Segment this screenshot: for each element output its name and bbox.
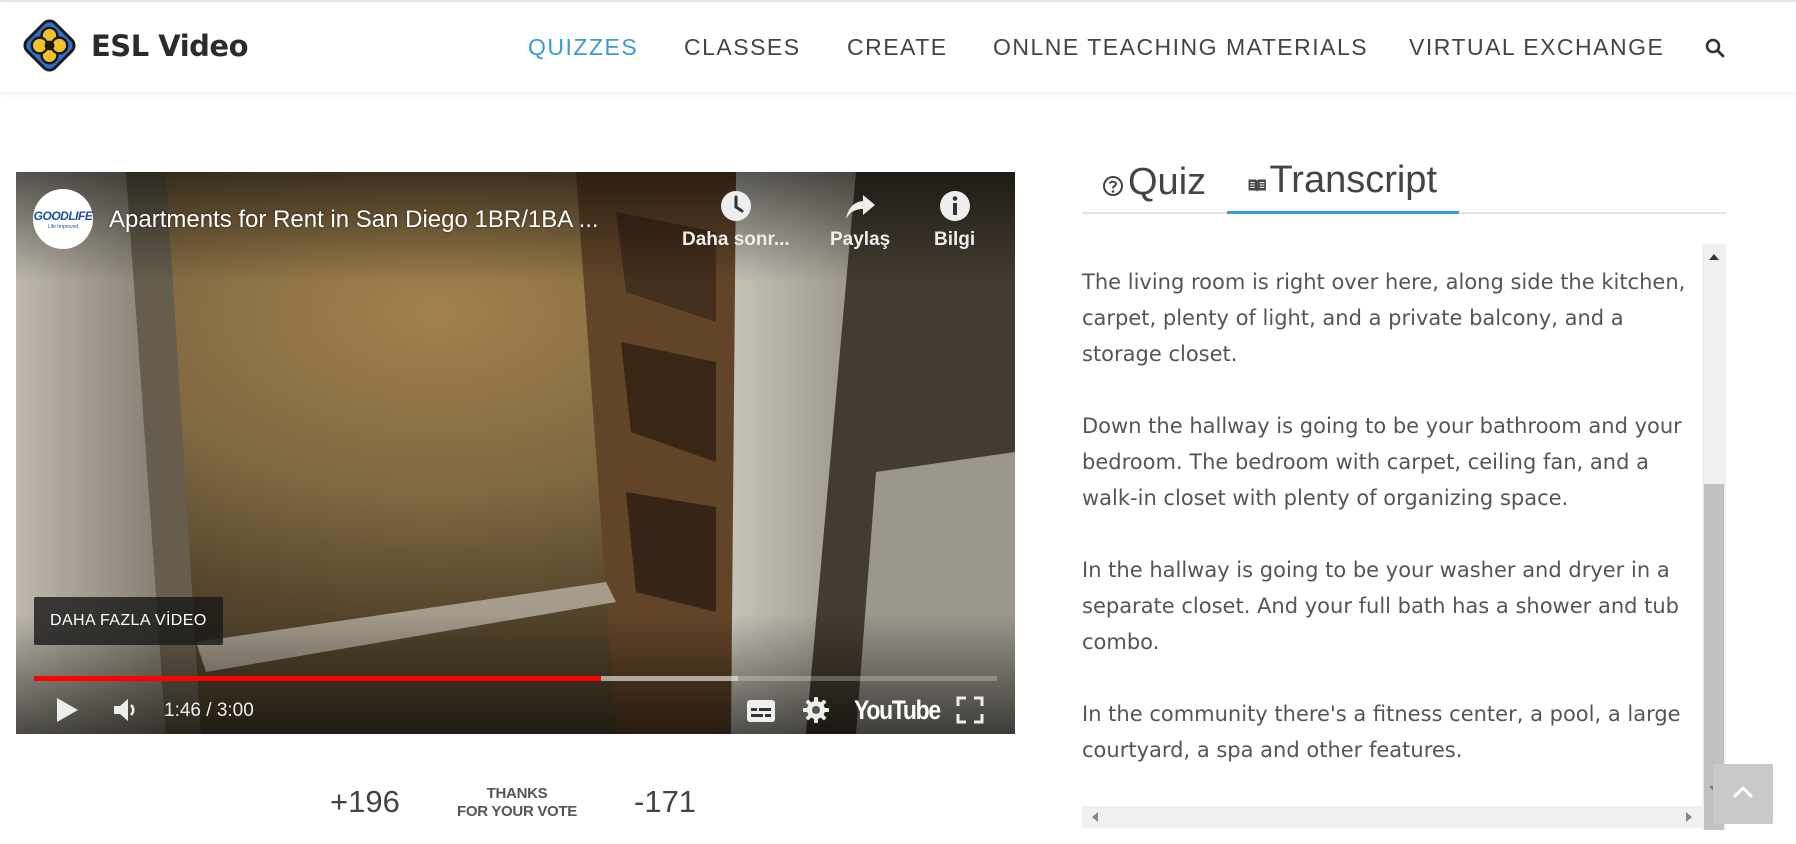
tab-transcript-label: Transcript <box>1269 159 1437 201</box>
scroll-left-arrow-icon[interactable] <box>1092 812 1098 822</box>
site-header: ESL Video QUIZZES CLASSES CREATE ONLNE T… <box>0 2 1796 92</box>
channel-avatar[interactable]: GOODLIFE Life Improved <box>33 189 93 249</box>
back-to-top-button[interactable] <box>1713 764 1773 824</box>
transcript-paragraph: In the hallway is going to be your washe… <box>1082 558 1680 654</box>
play-icon[interactable] <box>54 696 80 724</box>
share-icon <box>846 195 876 219</box>
share-label: Paylaş <box>830 229 891 250</box>
time-display: 1:46 / 3:00 <box>164 700 254 721</box>
info-button[interactable]: Bilgi <box>934 189 975 251</box>
share-button[interactable]: Paylaş <box>830 189 890 251</box>
clock-icon <box>720 191 751 221</box>
info-icon <box>939 191 970 221</box>
volume-icon[interactable] <box>112 696 142 724</box>
nav-virtual-exchange[interactable]: VIRTUAL EXCHANGE <box>1409 34 1664 61</box>
transcript-panel[interactable]: The living room is right over here, alon… <box>1082 244 1726 830</box>
transcript-paragraph: Down the hallway is going to be your bat… <box>1082 414 1682 510</box>
vote-thanks-line1: THANKS <box>486 785 548 802</box>
nav-create[interactable]: CREATE <box>847 34 948 61</box>
player-controls: 1:46 / 3:00 YouTube <box>16 686 1015 734</box>
content-tabs: Quiz Transcript <box>1082 150 1726 214</box>
vote-thanks-line2: FOR YOUR VOTE <box>456 803 577 820</box>
settings-gear-icon[interactable] <box>802 696 830 724</box>
downvote-count[interactable]: -171 <box>634 784 696 820</box>
tab-transcript[interactable]: Transcript <box>1227 150 1459 214</box>
transcript-paragraph: In the community there's a fitness cente… <box>1082 702 1681 762</box>
watch-later-label: Daha sonr... <box>682 229 790 250</box>
info-label: Bilgi <box>934 229 976 250</box>
progress-played <box>34 676 602 681</box>
book-icon <box>1248 178 1266 192</box>
vote-thanks-message: THANKS FOR YOUR VOTE <box>452 785 582 821</box>
video-player[interactable]: GOODLIFE Life Improved Apartments for Re… <box>16 172 1015 734</box>
transcript-horizontal-scrollbar[interactable] <box>1082 806 1702 828</box>
fullscreen-icon[interactable] <box>956 696 984 724</box>
nav-online-teaching-materials[interactable]: ONLNE TEACHING MATERIALS <box>993 34 1368 61</box>
tab-quiz[interactable]: Quiz <box>1082 150 1206 214</box>
channel-logo-tagline: Life Improved <box>47 223 79 230</box>
transcript-paragraph: The living room is right over here, alon… <box>1082 270 1686 366</box>
tab-quiz-label: Quiz <box>1128 160 1207 203</box>
progress-bar[interactable] <box>34 676 997 681</box>
video-title[interactable]: Apartments for Rent in San Diego 1BR/1BA… <box>109 206 669 234</box>
search-icon[interactable] <box>1703 36 1727 60</box>
subtitles-icon[interactable] <box>746 699 776 723</box>
transcript-vertical-scrollbar[interactable] <box>1702 244 1726 830</box>
upvote-count[interactable]: +196 <box>330 784 400 820</box>
scroll-right-arrow-icon[interactable] <box>1686 812 1692 822</box>
watch-later-button[interactable]: Daha sonr... <box>682 189 790 251</box>
nav-classes[interactable]: CLASSES <box>684 34 801 61</box>
more-videos-button[interactable]: DAHA FAZLA VİDEO <box>34 597 223 645</box>
youtube-logo[interactable]: YouTube <box>854 695 941 726</box>
chevron-up-icon <box>1732 785 1754 799</box>
scroll-up-arrow-icon[interactable] <box>1709 254 1719 260</box>
vote-bar: +196 THANKS FOR YOUR VOTE -171 <box>0 770 1015 830</box>
main-nav: QUIZZES CLASSES CREATE ONLNE TEACHING MA… <box>0 34 1796 62</box>
transcript-text: The living room is right over here, alon… <box>1082 264 1697 804</box>
channel-logo-text: GOODLIFE <box>33 208 93 223</box>
question-circle-icon <box>1103 176 1123 196</box>
nav-quizzes[interactable]: QUIZZES <box>528 34 638 61</box>
